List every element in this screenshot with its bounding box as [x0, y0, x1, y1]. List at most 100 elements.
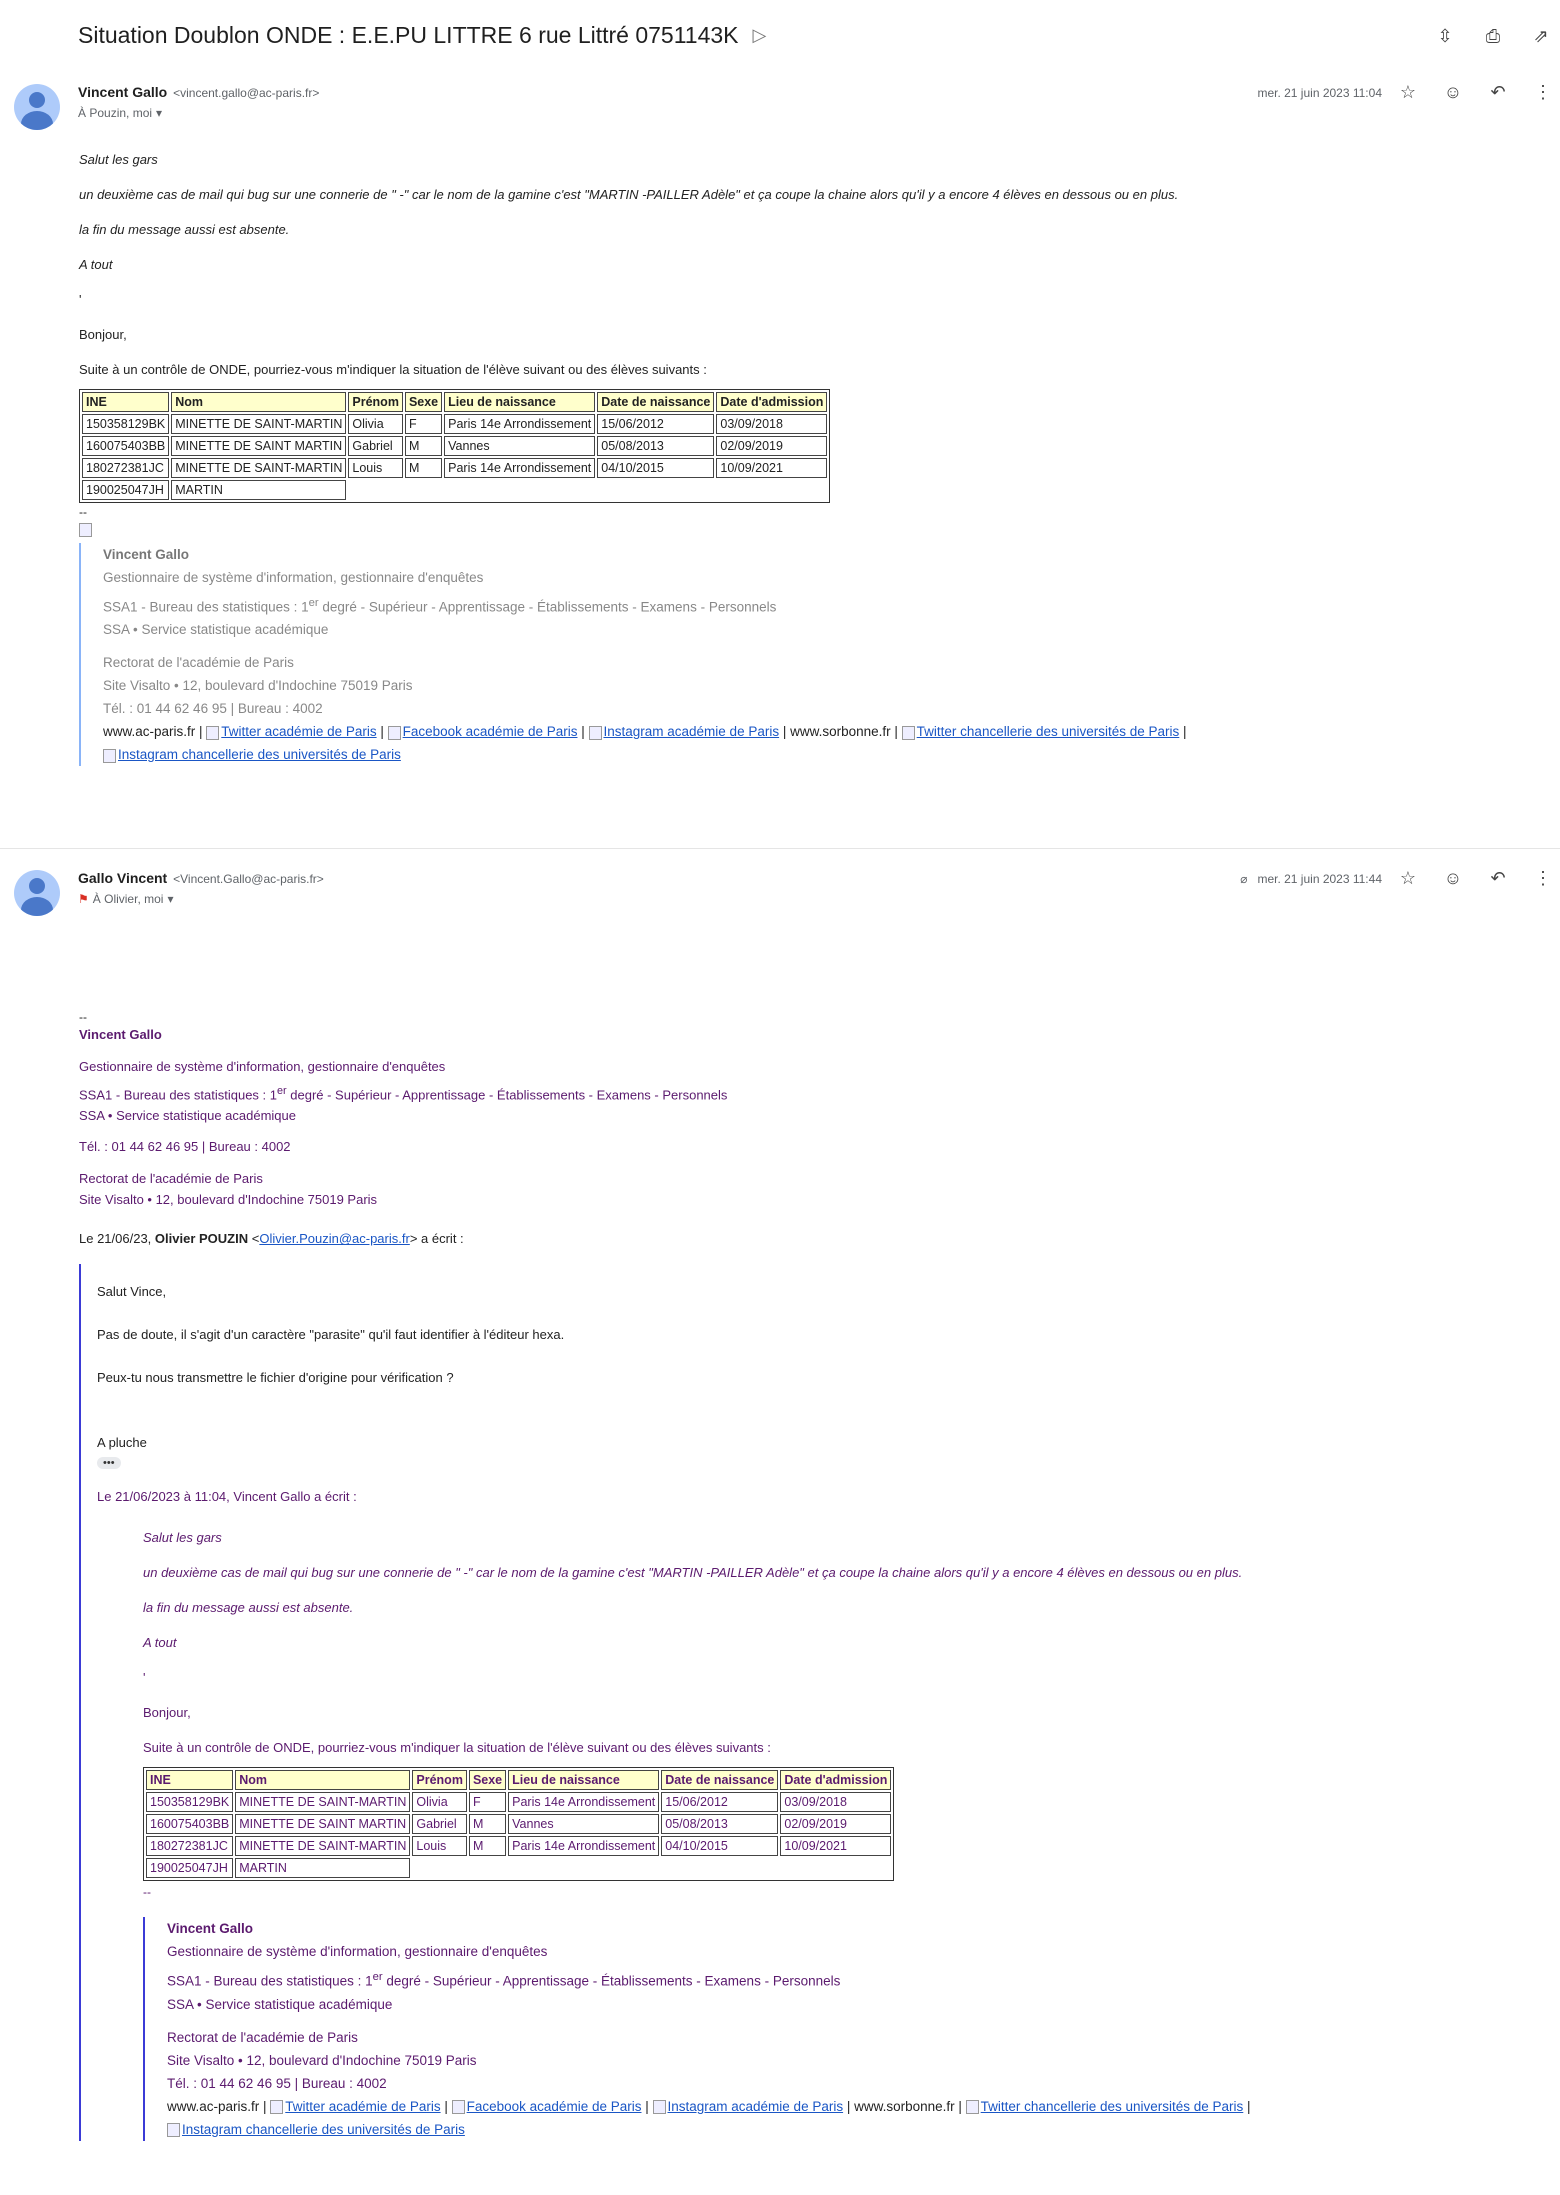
sig-rectorat: Rectorat de l'académie de Paris	[167, 2029, 358, 2045]
sender[interactable]: Gallo Vincent <Vincent.Gallo@ac-paris.fr…	[78, 870, 324, 886]
recipients-text: À Olivier, moi	[92, 892, 164, 906]
bonjour: Bonjour,	[143, 1705, 191, 1721]
emoji-react-icon[interactable]: ☺	[1442, 82, 1464, 103]
recipients-dropdown[interactable]: À Pouzin, moi ▾	[78, 106, 162, 120]
table-row: 150358129BK MINETTE DE SAINT-MARTIN Oliv…	[146, 1792, 892, 1813]
body-line: un deuxième cas de mail qui bug sur une …	[143, 1565, 1243, 1581]
table-cell: 10/09/2021	[780, 1836, 892, 1857]
chevron-down-icon: ▾	[167, 892, 174, 906]
message-actions: ☆ ☺ ↶ ⋮	[1397, 82, 1554, 103]
table-row: 160075403BB MINETTE DE SAINT MARTIN Gabr…	[146, 1814, 892, 1835]
sig-name: Vincent Gallo	[103, 546, 190, 562]
sender[interactable]: Vincent Gallo <vincent.gallo@ac-paris.fr…	[78, 84, 319, 100]
table-header: Prénom	[412, 1770, 467, 1791]
instagram-link[interactable]: Instagram académie de Paris	[588, 724, 779, 740]
nested-quote-body: Salut les gars un deuxième cas de mail q…	[97, 1530, 1519, 2141]
message-header[interactable]: Gallo Vincent <Vincent.Gallo@ac-paris.fr…	[0, 868, 1560, 930]
instagram-link[interactable]: Instagram académie de Paris	[652, 2099, 843, 2115]
instagram-chancellerie-link[interactable]: Instagram chancellerie des universités d…	[167, 2122, 465, 2138]
table-cell: Olivia	[412, 1792, 467, 1813]
table-cell: MARTIN	[235, 1858, 411, 1879]
table-header: Date d'admission	[780, 1770, 892, 1791]
facebook-link[interactable]: Facebook académie de Paris	[387, 724, 577, 740]
sender-email: <Vincent.Gallo@ac-paris.fr>	[173, 872, 324, 886]
greeting: Salut les gars	[143, 1530, 222, 1546]
table-cell: 160075403BB	[146, 1814, 234, 1835]
sig-rectorat: Rectorat de l'académie de Paris	[79, 1171, 263, 1187]
message-divider	[0, 848, 1560, 849]
message-header[interactable]: Vincent Gallo <vincent.gallo@ac-paris.fr…	[0, 82, 1560, 144]
quote-email-link[interactable]: Olivier.Pouzin@ac-paris.fr	[259, 1231, 409, 1246]
emoji-react-icon[interactable]: ☺	[1442, 868, 1464, 889]
table-cell: MINETTE DE SAINT-MARTIN	[235, 1836, 411, 1857]
sig-bureau: SSA1 - Bureau des statistiques : 1er deg…	[103, 596, 777, 615]
show-trimmed-button[interactable]: •••	[97, 1454, 1519, 1470]
collapse-all-icon[interactable]: ⇳	[1434, 26, 1456, 47]
table-cell: M	[404, 458, 443, 478]
email-subject: Situation Doublon ONDE : E.E.PU LITTRE 6…	[78, 22, 766, 49]
sig-links-2: Instagram chancellerie des universités d…	[167, 2118, 1519, 2141]
table-header: Lieu de naissance	[444, 392, 596, 412]
print-icon[interactable]: ⎙	[1482, 26, 1504, 47]
avatar[interactable]	[14, 84, 60, 130]
sig-site: Site Visalto • 12, boulevard d'Indochine…	[103, 678, 413, 694]
table-cell: Gabriel	[348, 436, 403, 456]
table-header: Sexe	[404, 392, 443, 412]
sender-name: Gallo Vincent	[78, 870, 168, 886]
table-cell: 190025047JH	[82, 480, 170, 500]
table-cell: MINETTE DE SAINT-MARTIN	[171, 414, 347, 434]
table-cell: 03/09/2018	[716, 414, 828, 434]
table-cell: Paris 14e Arrondissement	[508, 1836, 660, 1857]
sig-bureau: SSA1 - Bureau des statistiques : 1er deg…	[79, 1085, 728, 1103]
table-cell: 15/06/2012	[597, 414, 715, 434]
more-vert-icon[interactable]: ⋮	[1532, 868, 1554, 889]
body-line: la fin du message aussi est absente.	[143, 1600, 354, 1616]
sig-name: Vincent Gallo	[79, 1027, 162, 1042]
twitter-link[interactable]: Twitter académie de Paris	[270, 2099, 441, 2115]
signature: Vincent Gallo Gestionnaire de système d'…	[79, 542, 1499, 767]
recipients-dropdown[interactable]: ⚑ À Olivier, moi ▾	[78, 892, 173, 906]
instagram-chancellerie-link[interactable]: Instagram chancellerie des universités d…	[103, 747, 401, 763]
table-cell: Louis	[348, 458, 403, 478]
open-new-window-icon[interactable]: ⇗	[1530, 26, 1552, 47]
table-row: 190025047JH MARTIN	[82, 480, 827, 500]
table-header: Date de naissance	[661, 1770, 779, 1791]
table-cell: Paris 14e Arrondissement	[444, 458, 596, 478]
request-text: Suite à un contrôle de ONDE, pourriez-vo…	[79, 362, 707, 377]
facebook-link[interactable]: Facebook académie de Paris	[451, 2099, 641, 2115]
sender-email: <vincent.gallo@ac-paris.fr>	[173, 86, 320, 100]
table-header: INE	[82, 392, 170, 412]
twitter-chancellerie-link[interactable]: Twitter chancellerie des universités de …	[901, 724, 1179, 740]
sig-links: www.ac-paris.fr | Twitter académie de Pa…	[103, 724, 1187, 740]
date-text: mer. 21 juin 2023 11:44	[1257, 872, 1382, 886]
avatar[interactable]	[14, 870, 60, 916]
sig-service: SSA • Service statistique académique	[167, 1996, 393, 2012]
label-icon[interactable]: ▷	[753, 25, 767, 46]
sig-separator: --	[79, 505, 87, 519]
table-header: Nom	[235, 1770, 411, 1791]
quote-sign: A pluche	[97, 1435, 147, 1451]
table-header: Lieu de naissance	[508, 1770, 660, 1791]
table-cell: Paris 14e Arrondissement	[444, 414, 596, 434]
table-cell: Vannes	[444, 436, 596, 456]
table-row: 160075403BB MINETTE DE SAINT MARTIN Gabr…	[82, 436, 828, 456]
more-vert-icon[interactable]: ⋮	[1532, 82, 1554, 103]
sig-links-2: Instagram chancellerie des universités d…	[103, 743, 1499, 766]
table-header: Date d'admission	[716, 392, 828, 412]
table-cell: 03/09/2018	[780, 1792, 892, 1813]
table-cell: F	[404, 414, 443, 434]
twitter-link[interactable]: Twitter académie de Paris	[206, 724, 377, 740]
table-cell: Olivia	[348, 414, 403, 434]
twitter-chancellerie-link[interactable]: Twitter chancellerie des universités de …	[965, 2099, 1243, 2115]
table-cell: Vannes	[508, 1814, 660, 1835]
table-row: 180272381JC MINETTE DE SAINT-MARTIN Loui…	[146, 1836, 892, 1857]
quote-p2: Peux-tu nous transmettre le fichier d'or…	[97, 1370, 454, 1386]
bonjour: Bonjour,	[79, 327, 127, 342]
table-cell: M	[468, 1836, 507, 1857]
star-icon[interactable]: ☆	[1397, 868, 1419, 889]
star-icon[interactable]: ☆	[1397, 82, 1419, 103]
reply-icon[interactable]: ↶	[1487, 82, 1509, 103]
quoted-message: Salut Vince, Pas de doute, il s'agit d'u…	[79, 1264, 1519, 2141]
reply-icon[interactable]: ↶	[1487, 868, 1509, 889]
broken-image-icon	[79, 521, 1499, 537]
